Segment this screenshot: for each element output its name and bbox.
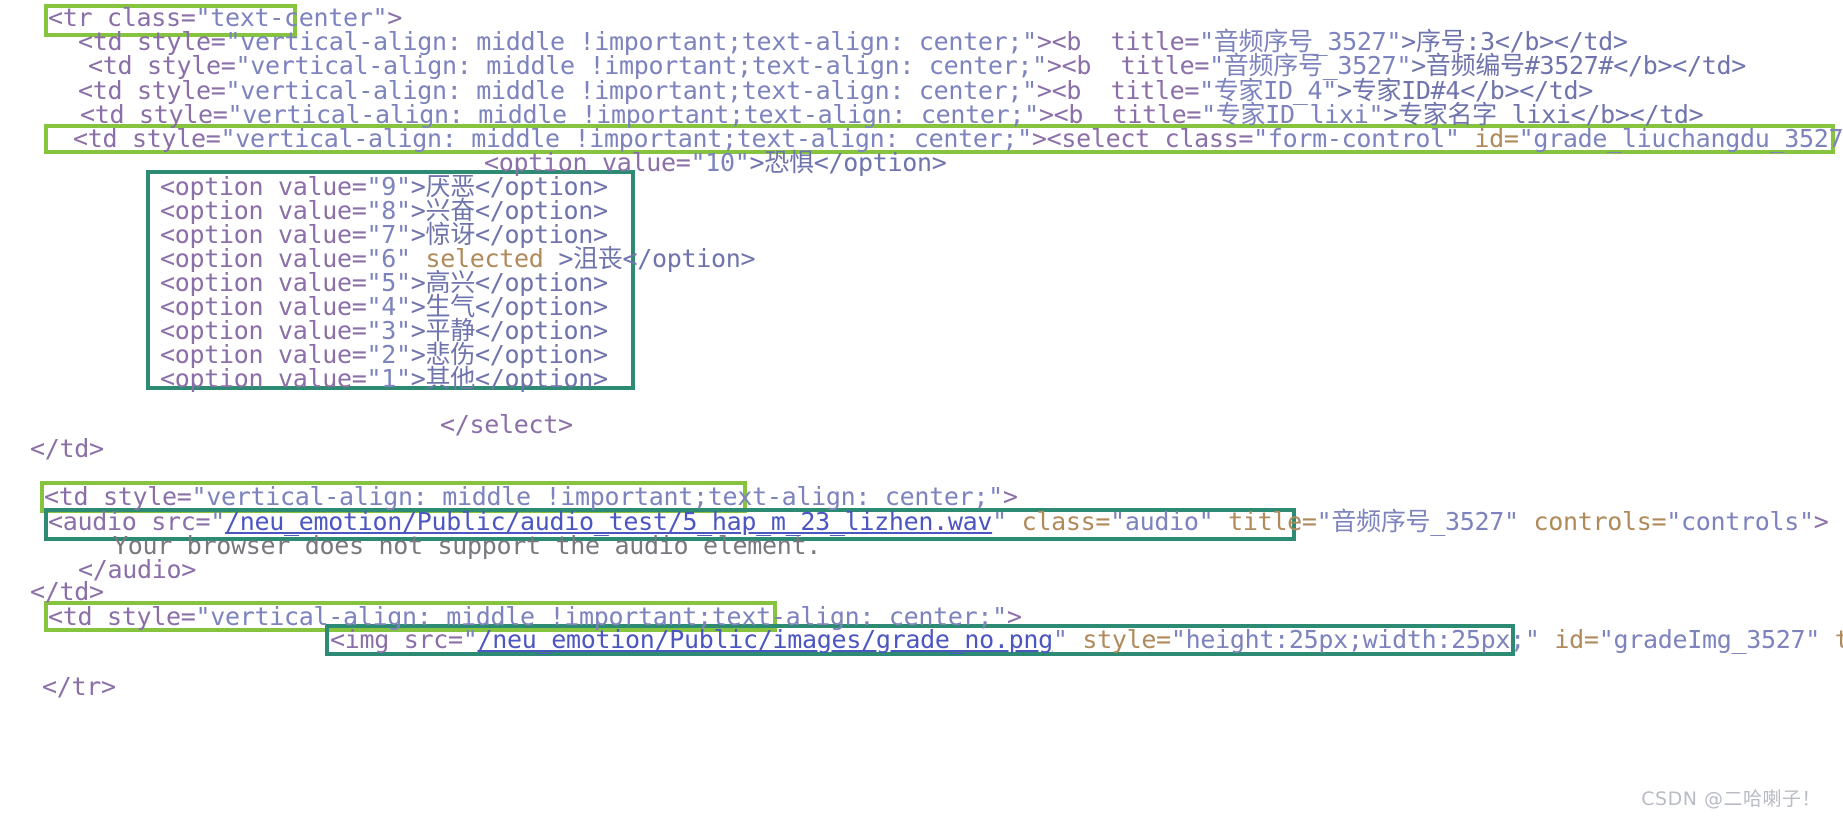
option-1-label: >其他</option>: [410, 364, 608, 393]
audio-fallback-text: Your browser does not support the audio …: [113, 531, 822, 560]
csdn-watermark: CSDN @二哈喇子！: [1641, 788, 1821, 810]
audio-controls-attr: controls=: [1518, 507, 1667, 536]
option-1-value: "1": [366, 364, 412, 393]
td-open-tag-5: <td style=: [73, 124, 221, 153]
audio-controls-value: "controls": [1666, 507, 1814, 536]
option-10-label: >恐惧</option>: [749, 148, 947, 177]
td-open-tag-7: <td style=: [48, 602, 196, 631]
option-10-value: "10": [690, 148, 750, 177]
code-screenshot-page: <tr class="text-center"> <td style="vert…: [0, 0, 1843, 825]
select-id-attr: id=: [1459, 124, 1519, 153]
audio-class-value: "audio": [1110, 507, 1214, 536]
img-src-quote-open: ": [462, 625, 478, 654]
code-line-td-select: <td style="vertical-align: middle !impor…: [73, 125, 1843, 153]
code-line-option-1: <option value="1">其他</option>: [160, 365, 608, 393]
code-line-img-tag: <img src="/neu_emotion/Public/images/gra…: [330, 626, 1843, 654]
audio-class-attr: class=: [1006, 507, 1111, 536]
img-id-value: "gradeImg_3527": [1598, 625, 1821, 654]
img-id-attr: id=: [1539, 625, 1599, 654]
audio-open-gt: >: [1813, 507, 1829, 536]
audio-title-value: "音频序号_3527": [1316, 507, 1519, 536]
tr-close-tag: </tr>: [42, 672, 116, 701]
img-src-quote-close: ": [1052, 625, 1068, 654]
audio-title-attr: title=: [1213, 507, 1317, 536]
select-close-tag: </select>: [440, 410, 573, 439]
audio-src-quote-close: ": [992, 507, 1007, 536]
select-id-value: "grade_liuchangdu_3527": [1518, 124, 1843, 153]
td-close-tag-1: </td>: [30, 434, 104, 463]
select-open-tag: ><select class=: [1031, 124, 1254, 153]
img-open-tag: <img src=: [330, 625, 463, 654]
code-line-td-close-1: </td>: [30, 435, 104, 463]
code-line-tr-close: </tr>: [42, 673, 116, 701]
img-title-attr: title=: [1834, 625, 1843, 654]
img-style-attr: style=: [1067, 625, 1171, 654]
code-line-select-close: </select>: [440, 411, 573, 439]
code-line-audio-fallback: Your browser does not support the audio …: [113, 532, 821, 560]
select-class-value: "form-control": [1253, 124, 1460, 153]
img-src-link[interactable]: /neu_emotion/Public/images/grade_no.png: [478, 625, 1054, 654]
img-style-value: "height:25px;width:25px;": [1170, 625, 1540, 654]
option-1-open: <option value=: [160, 364, 367, 393]
